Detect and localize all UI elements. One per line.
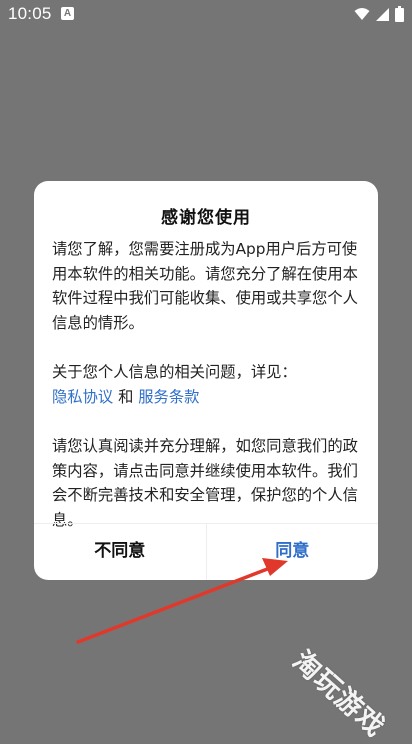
agree-button[interactable]: 同意 xyxy=(207,524,379,580)
status-time: 10:05 xyxy=(8,4,52,23)
dialog-body: 请您了解，您需要注册成为App用户后方可使用本软件的相关功能。请您充分了解在使用… xyxy=(52,237,362,532)
privacy-dialog: 感谢您使用 请您了解，您需要注册成为App用户后方可使用本软件的相关功能。请您充… xyxy=(34,181,378,580)
terms-of-service-link[interactable]: 服务条款 xyxy=(138,388,199,406)
battery-icon xyxy=(395,6,404,22)
signal-icon xyxy=(376,7,389,21)
notification-app-icon: A xyxy=(61,7,74,20)
privacy-policy-link[interactable]: 隐私协议 xyxy=(52,388,113,406)
status-icons xyxy=(354,5,404,23)
and-text: 和 xyxy=(113,387,139,406)
links-paragraph: 关于您个人信息的相关问题，详见： 隐私协议 和 服务条款 xyxy=(52,360,362,409)
dialog-footer: 不同意 同意 xyxy=(34,523,378,580)
wifi-icon xyxy=(354,8,370,20)
watermark-logo: 淘玩游戏 xyxy=(286,645,391,744)
dialog-title: 感谢您使用 xyxy=(161,208,251,228)
status-bar: 10:05 A xyxy=(0,0,412,28)
intro-paragraph: 请您了解，您需要注册成为App用户后方可使用本软件的相关功能。请您充分了解在使用… xyxy=(52,240,358,332)
disagree-button[interactable]: 不同意 xyxy=(34,524,207,580)
links-prefix-text: 关于您个人信息的相关问题，详见： xyxy=(52,363,297,381)
consent-paragraph: 请您认真阅读并充分理解，如您同意我们的政策内容，请点击同意并继续使用本软件。我们… xyxy=(52,437,358,529)
